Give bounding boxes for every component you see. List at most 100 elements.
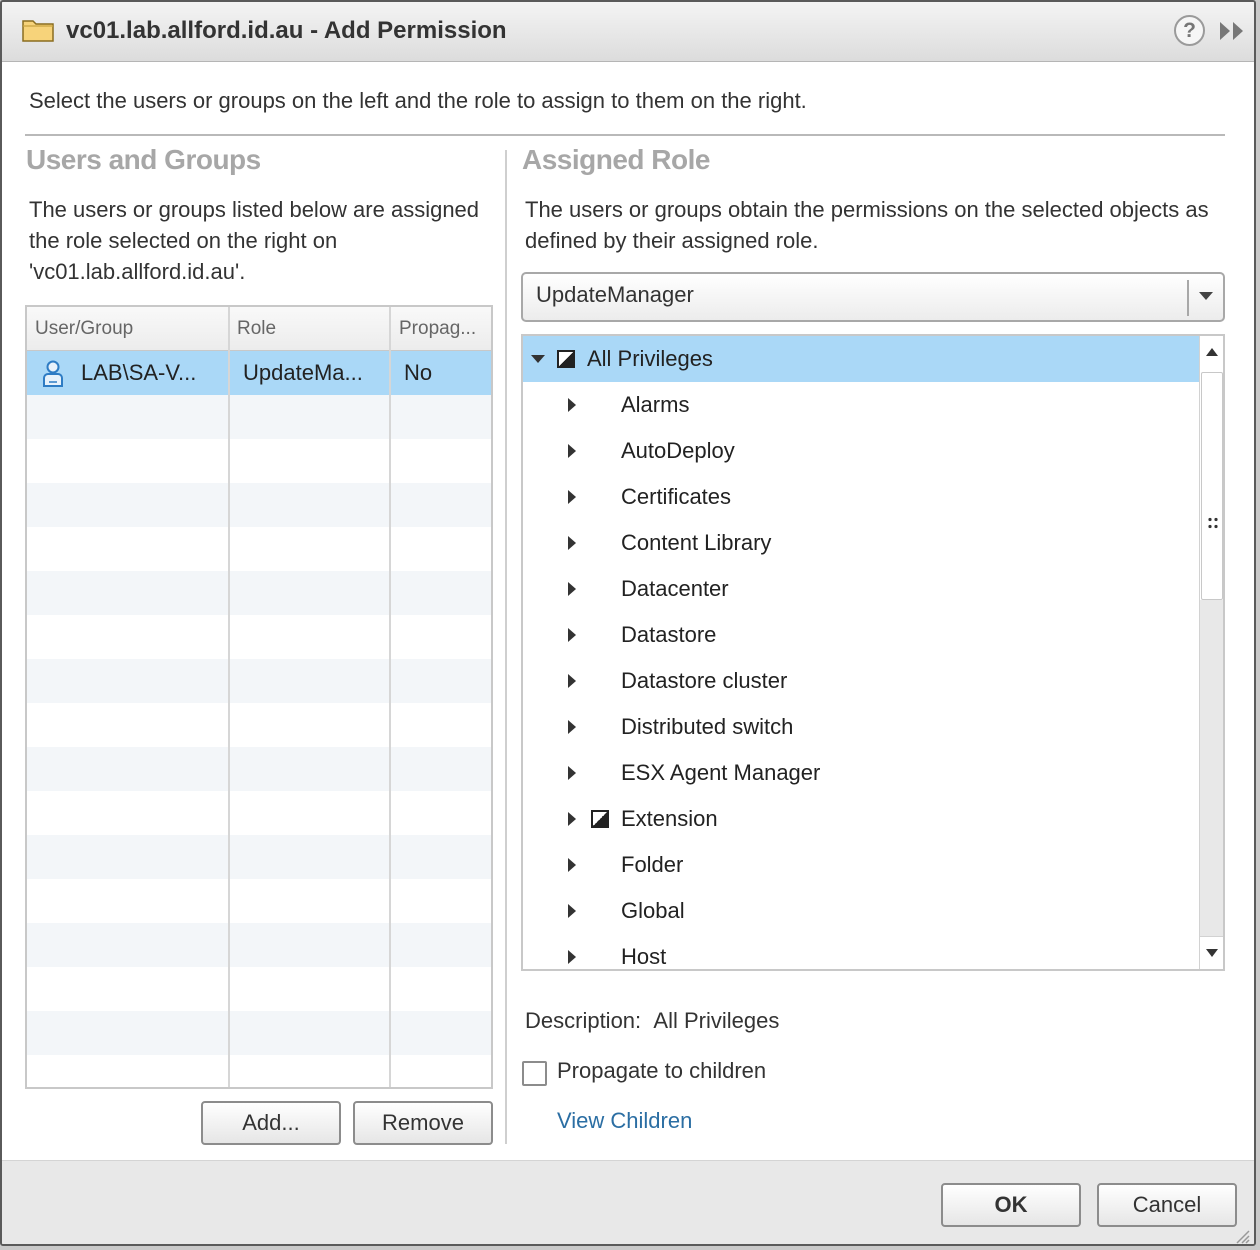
- expand-right-icon[interactable]: [568, 490, 576, 504]
- tree-item-esx-agent-manager[interactable]: ESX Agent Manager: [523, 750, 1199, 796]
- add-button[interactable]: Add...: [201, 1101, 341, 1145]
- tree-item-all-privileges[interactable]: All Privileges: [523, 336, 1199, 382]
- role-select-value: UpdateManager: [536, 282, 694, 307]
- remove-button[interactable]: Remove: [353, 1101, 493, 1145]
- scrollbar-track[interactable]: [1200, 600, 1223, 936]
- scrollbar-thumb[interactable]: [1201, 372, 1223, 600]
- collapse-panel-icon[interactable]: [1218, 20, 1246, 42]
- expand-right-icon[interactable]: [568, 628, 576, 642]
- table-row[interactable]: LAB\SA-V... UpdateMa... No: [27, 351, 491, 395]
- role-select[interactable]: UpdateManager: [521, 272, 1225, 322]
- tree-item-global[interactable]: Global: [523, 888, 1199, 934]
- column-separator[interactable]: [228, 307, 230, 1087]
- tree-item-label: Extension: [621, 806, 718, 831]
- tree-item-autodeploy[interactable]: AutoDeploy: [523, 428, 1199, 474]
- tree-item-datacenter[interactable]: Datacenter: [523, 566, 1199, 612]
- tree-item-alarms[interactable]: Alarms: [523, 382, 1199, 428]
- column-separator[interactable]: [389, 307, 391, 1087]
- tree-item-extension[interactable]: Extension: [523, 796, 1199, 842]
- tree-item-content-library[interactable]: Content Library: [523, 520, 1199, 566]
- partial-check-icon[interactable]: [557, 350, 575, 368]
- propagate-checkbox-label[interactable]: Propagate to children: [557, 1058, 766, 1084]
- users-groups-title: Users and Groups: [26, 144, 261, 175]
- tree-item-certificates[interactable]: Certificates: [523, 474, 1199, 520]
- partial-check-icon[interactable]: [591, 810, 609, 828]
- folder-icon: [22, 20, 54, 42]
- table-row-empty: [27, 395, 491, 439]
- tree-item-folder[interactable]: Folder: [523, 842, 1199, 888]
- dialog-title: vc01.lab.allford.id.au - Add Permission: [66, 17, 507, 44]
- tree-item-distributed-switch[interactable]: Distributed switch: [523, 704, 1199, 750]
- description-value: All Privileges: [653, 1008, 780, 1033]
- propagate-checkbox[interactable]: [522, 1061, 547, 1086]
- scroll-down-button[interactable]: [1200, 936, 1223, 969]
- description-label: Description:: [525, 1008, 642, 1033]
- expand-right-icon[interactable]: [568, 812, 576, 826]
- tree-item-label: Content Library: [621, 530, 772, 555]
- expand-right-icon[interactable]: [568, 536, 576, 550]
- tree-item-label: Datastore cluster: [621, 668, 788, 693]
- dialog-footer: OK Cancel: [2, 1160, 1254, 1244]
- tree-item-host[interactable]: Host: [523, 934, 1199, 969]
- expand-right-icon[interactable]: [568, 398, 576, 412]
- chevron-up-icon: [1206, 348, 1218, 356]
- table-row-empty: [27, 571, 491, 615]
- scroll-up-button[interactable]: [1200, 336, 1223, 372]
- tree-item-label: Alarms: [621, 392, 690, 417]
- cancel-button[interactable]: Cancel: [1097, 1183, 1237, 1227]
- column-header-role[interactable]: Role: [229, 307, 389, 351]
- select-separator: [1187, 280, 1189, 316]
- table-row-empty: [27, 1011, 491, 1055]
- grip-icon: [1208, 517, 1218, 529]
- divider: [25, 134, 1225, 136]
- ok-button[interactable]: OK: [941, 1183, 1081, 1227]
- user-icon: [43, 360, 63, 387]
- tree-item-label: AutoDeploy: [621, 438, 735, 463]
- tree-item-label: All Privileges: [587, 346, 713, 371]
- table-header: User/Group Role Propag...: [27, 307, 491, 351]
- users-groups-table: User/Group Role Propag... LAB\SA-V... Up…: [25, 305, 493, 1089]
- assigned-role-description: The users or groups obtain the permissio…: [525, 197, 1209, 253]
- user-group-cell: LAB\SA-V...: [81, 360, 197, 385]
- assigned-role-title: Assigned Role: [522, 144, 710, 175]
- expand-right-icon[interactable]: [568, 582, 576, 596]
- table-row-empty: [27, 923, 491, 967]
- add-permission-dialog: vc01.lab.allford.id.au - Add Permission …: [0, 0, 1256, 1246]
- tree-item-label: Certificates: [621, 484, 732, 509]
- expand-right-icon[interactable]: [568, 444, 576, 458]
- expand-right-icon[interactable]: [568, 950, 576, 964]
- tree-item-label: Distributed switch: [621, 714, 794, 739]
- tree-scrollbar[interactable]: [1199, 336, 1223, 969]
- chevron-down-icon[interactable]: [1199, 292, 1213, 300]
- expand-down-icon[interactable]: [531, 355, 545, 363]
- resize-grip-icon[interactable]: [1234, 1228, 1250, 1244]
- tree-item-label: Global: [621, 898, 685, 923]
- expand-right-icon[interactable]: [568, 674, 576, 688]
- column-header-propagate[interactable]: Propag...: [391, 307, 491, 351]
- tree-item-label: Datacenter: [621, 576, 729, 601]
- table-row-empty: [27, 747, 491, 791]
- table-row-empty: [27, 835, 491, 879]
- intro-text: Select the users or groups on the left a…: [29, 88, 807, 113]
- tree-item-label: Datastore: [621, 622, 717, 647]
- tree-item-datastore-cluster[interactable]: Datastore cluster: [523, 658, 1199, 704]
- expand-right-icon[interactable]: [568, 766, 576, 780]
- column-header-user-group[interactable]: User/Group: [27, 307, 227, 351]
- view-children-link[interactable]: View Children: [557, 1108, 692, 1134]
- expand-right-icon[interactable]: [568, 904, 576, 918]
- help-icon[interactable]: ?: [1174, 15, 1205, 46]
- tree-item-label: Folder: [621, 852, 684, 877]
- title-bar: vc01.lab.allford.id.au - Add Permission …: [2, 2, 1254, 62]
- tree-item-label: ESX Agent Manager: [621, 760, 821, 785]
- panel-divider: [505, 150, 507, 1144]
- users-groups-description: The users or groups listed below are ass…: [29, 197, 480, 284]
- expand-right-icon[interactable]: [568, 720, 576, 734]
- role-description: Description: All Privileges: [525, 1008, 779, 1034]
- table-row-empty: [27, 483, 491, 527]
- chevron-down-icon: [1206, 949, 1218, 957]
- tree-item-label: Host: [621, 944, 667, 969]
- tree-item-datastore[interactable]: Datastore: [523, 612, 1199, 658]
- expand-right-icon[interactable]: [568, 858, 576, 872]
- table-row-empty: [27, 659, 491, 703]
- role-cell: UpdateMa...: [243, 360, 363, 385]
